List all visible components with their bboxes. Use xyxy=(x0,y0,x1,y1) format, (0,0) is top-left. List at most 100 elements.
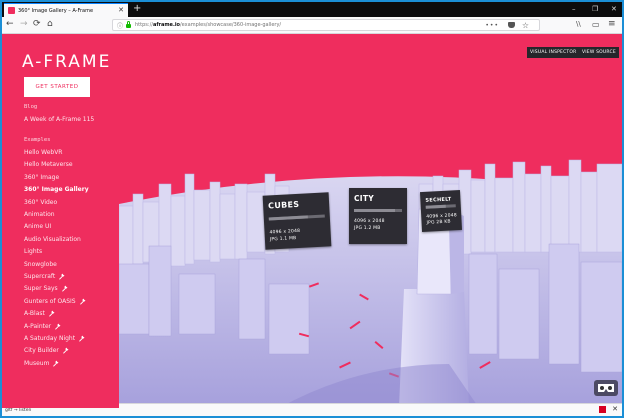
navigation-bar: ← → ⟳ ⌂ ⓘ https://aframe.io/examples/sho… xyxy=(2,17,622,34)
example-label: Supercraft xyxy=(24,273,56,280)
aframe-favicon-icon xyxy=(8,7,15,14)
card-resolution: 4096 x 2048 xyxy=(354,219,385,224)
card-progress-bar xyxy=(268,214,325,221)
site-sidebar: A-FRAME GET STARTED Blog A Week of A-Fra… xyxy=(2,34,119,408)
example-link[interactable]: Hello WebVR xyxy=(24,149,62,156)
wrench-icon xyxy=(53,360,59,367)
sidebar-toggle-icon[interactable]: ▭ xyxy=(592,19,600,30)
example-link[interactable]: Anime UI xyxy=(24,223,51,230)
card-title: SECHELT xyxy=(425,196,452,204)
url-text: https://aframe.io/examples/showcase/360-… xyxy=(135,22,282,28)
example-label: Audio Visualization xyxy=(24,235,81,243)
info-icon[interactable]: ⓘ xyxy=(117,21,123,30)
example-label: Hello WebVR xyxy=(24,149,63,156)
example-label: A-Blast xyxy=(24,310,45,318)
new-tab-button[interactable]: + xyxy=(133,3,141,15)
example-label: A Saturday Night xyxy=(24,335,76,342)
example-link[interactable]: 360° Image Gallery xyxy=(24,186,89,193)
status-text: gltf → listen xyxy=(5,407,32,413)
card-filesize: JPG 2B KB xyxy=(426,219,451,226)
card-filesize: JPG 1.2 MB xyxy=(354,226,381,231)
example-label: Super Says xyxy=(24,285,58,293)
tab-active[interactable]: 360° Image Gallery – A-Frame ✕ xyxy=(4,3,128,17)
example-label: Hello Metaverse xyxy=(24,161,73,169)
example-link[interactable]: Gunters of OASIS xyxy=(24,298,86,305)
example-link[interactable]: Museum xyxy=(24,360,59,367)
card-title: CUBES xyxy=(267,199,300,211)
example-link[interactable]: A-Blast xyxy=(24,310,55,317)
gallery-card-cubes[interactable]: CUBES 4096 x 2048 JPG 1.1 MB xyxy=(262,192,332,250)
status-close-icon[interactable]: ✕ xyxy=(612,405,618,414)
refresh-icon[interactable]: ⟳ xyxy=(33,19,41,30)
example-link[interactable]: Lights xyxy=(24,248,42,255)
window-close-icon[interactable]: ✕ xyxy=(611,3,617,15)
example-link[interactable]: 360° Image xyxy=(24,174,59,181)
url-bar[interactable]: ⓘ https://aframe.io/examples/showcase/36… xyxy=(112,19,540,31)
home-icon[interactable]: ⌂ xyxy=(47,19,53,30)
blog-heading: Blog xyxy=(24,104,38,110)
tab-title: 360° Image Gallery – A-Frame xyxy=(18,7,94,14)
bookmark-star-icon[interactable]: ☆ xyxy=(522,21,529,30)
example-label: City Builder xyxy=(24,347,59,355)
wrench-icon xyxy=(79,335,85,342)
blog-link[interactable]: A Week of A-Frame 115 xyxy=(24,116,94,123)
example-link[interactable]: Snowglobe xyxy=(24,261,57,268)
browser-window: 360° Image Gallery – A-Frame ✕ + – ❐ ✕ ←… xyxy=(0,0,624,418)
get-started-button[interactable]: GET STARTED xyxy=(24,77,90,97)
restore-icon[interactable]: ❐ xyxy=(592,3,598,15)
wrench-icon xyxy=(59,273,65,280)
visual-inspector-button[interactable]: VISUAL INSPECTOR xyxy=(527,47,580,58)
card-filesize: JPG 1.1 MB xyxy=(269,236,297,243)
tab-close-icon[interactable]: ✕ xyxy=(118,7,124,14)
back-icon[interactable]: ← xyxy=(6,19,14,30)
aframe-logo[interactable]: A-FRAME xyxy=(22,52,111,72)
example-label: Gunters of OASIS xyxy=(24,297,76,305)
enter-vr-button[interactable] xyxy=(594,380,618,396)
menu-icon[interactable]: ≡ xyxy=(608,19,616,30)
example-link[interactable]: A Saturday Night xyxy=(24,335,85,342)
wrench-icon xyxy=(62,348,69,355)
example-label: 360° Image Gallery xyxy=(24,186,89,194)
page-actions-icon[interactable]: ••• xyxy=(485,22,499,29)
example-label: Anime UI xyxy=(24,223,52,231)
example-label: Snowglobe xyxy=(24,260,57,268)
card-progress-bar xyxy=(425,204,456,209)
card-progress-fill xyxy=(268,215,309,221)
card-progress-fill xyxy=(354,209,395,212)
example-label: Animation xyxy=(24,211,55,218)
example-link[interactable]: Hello Metaverse xyxy=(24,161,73,168)
debug-icon[interactable] xyxy=(599,406,606,413)
example-link[interactable]: Super Says xyxy=(24,285,68,292)
examples-heading: Examples xyxy=(24,137,51,143)
example-link[interactable]: A-Painter xyxy=(24,323,61,330)
library-icon[interactable]: \\ xyxy=(576,19,581,30)
pocket-icon[interactable] xyxy=(508,22,515,28)
wrench-icon xyxy=(79,298,85,305)
card-progress-bar xyxy=(354,209,402,212)
example-link[interactable]: Animation xyxy=(24,211,55,218)
tab-bar: 360° Image Gallery – A-Frame ✕ + – ❐ ✕ xyxy=(2,2,622,17)
vr-scene-viewport[interactable]: VISUAL INSPECTOR VIEW SOURCE CUBES 4096 x… xyxy=(119,34,622,408)
gallery-card-city[interactable]: CITY 4096 x 2048 JPG 1.2 MB xyxy=(349,188,407,244)
wrench-icon xyxy=(55,323,61,330)
forward-icon[interactable]: → xyxy=(20,19,28,30)
example-label: 360° Video xyxy=(24,198,58,206)
example-link[interactable]: City Builder xyxy=(24,347,69,354)
lock-icon xyxy=(126,21,132,28)
wrench-icon xyxy=(61,286,67,293)
example-label: A-Painter xyxy=(24,322,52,330)
page-content: A-FRAME GET STARTED Blog A Week of A-Fra… xyxy=(2,34,622,408)
example-label: Museum xyxy=(24,359,50,367)
view-source-button[interactable]: VIEW SOURCE xyxy=(579,47,619,58)
card-progress-fill xyxy=(425,204,446,209)
example-link[interactable]: Audio Visualization xyxy=(24,236,81,243)
minimize-icon[interactable]: – xyxy=(572,3,576,15)
example-label: Lights xyxy=(24,248,43,256)
example-link[interactable]: 360° Video xyxy=(24,199,57,206)
example-link[interactable]: Supercraft xyxy=(24,273,65,280)
vr-headset-icon xyxy=(598,384,614,392)
wrench-icon xyxy=(48,310,55,317)
example-label: 360° Image xyxy=(24,173,60,181)
card-title: CITY xyxy=(354,194,375,203)
gallery-card-sechelt[interactable]: SECHELT 4096 x 2048 JPG 2B KB xyxy=(419,189,463,233)
